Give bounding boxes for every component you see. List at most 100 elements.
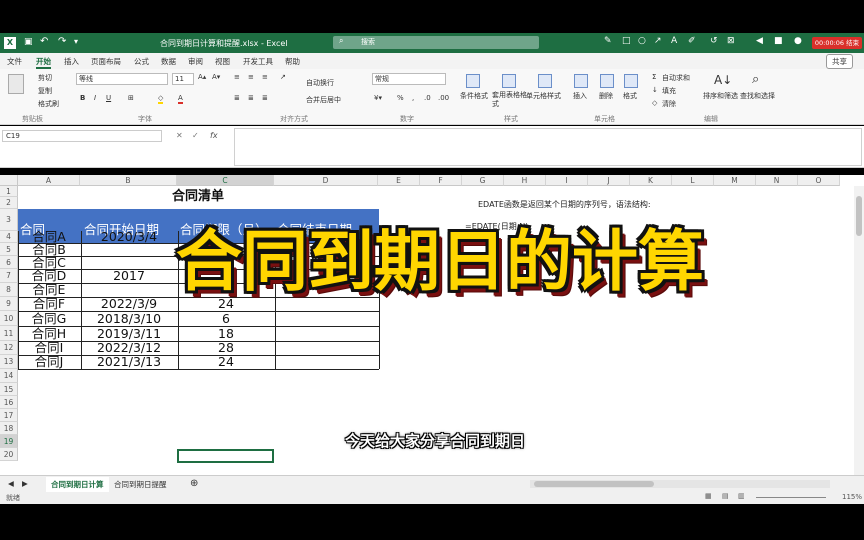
row-header-16[interactable]: 16: [0, 396, 18, 409]
row-header-17[interactable]: 17: [0, 409, 18, 422]
end-date-cell[interactable]: [275, 311, 379, 326]
marker-icon[interactable]: ✐: [688, 36, 696, 46]
align-right-icon[interactable]: ≣: [262, 94, 268, 102]
column-header-b[interactable]: B: [80, 175, 177, 186]
format-painter-button[interactable]: 格式刷: [38, 99, 59, 109]
tab-data[interactable]: 数据: [161, 56, 176, 67]
tab-formulas[interactable]: 公式: [134, 56, 149, 67]
pen-icon[interactable]: ✎: [604, 36, 612, 46]
column-header-c[interactable]: C: [177, 175, 274, 186]
orientation-icon[interactable]: ↗: [280, 73, 286, 81]
row-header-11[interactable]: 11: [0, 326, 18, 341]
row-header-10[interactable]: 10: [0, 311, 18, 326]
increase-font-icon[interactable]: A▴: [198, 73, 206, 81]
number-format-select[interactable]: 常规: [372, 73, 446, 85]
normal-view-icon[interactable]: ▦: [705, 492, 712, 500]
fx-label[interactable]: fx: [210, 131, 218, 140]
circle-icon[interactable]: ○: [638, 36, 646, 46]
add-sheet-icon[interactable]: ⊕: [190, 478, 198, 489]
align-top-icon[interactable]: ≡: [234, 73, 240, 81]
contract-name-cell[interactable]: 合同G: [18, 311, 80, 326]
decimal-increase-icon[interactable]: .0: [424, 94, 431, 102]
decimal-decrease-icon[interactable]: .00: [438, 94, 449, 102]
camera-icon[interactable]: ■: [774, 36, 783, 46]
text-icon[interactable]: A: [671, 36, 677, 46]
font-name-select[interactable]: 等线: [76, 73, 168, 85]
underline-button[interactable]: U: [106, 94, 111, 102]
font-size-select[interactable]: 11: [172, 73, 194, 85]
share-button[interactable]: 共享: [826, 54, 853, 69]
h-scroll-thumb[interactable]: [534, 481, 654, 487]
redo-icon[interactable]: ↷: [58, 36, 66, 47]
row-header-14[interactable]: 14: [0, 369, 18, 383]
next-sheet-icon[interactable]: ▶: [22, 479, 28, 488]
vertical-scrollbar[interactable]: [854, 186, 864, 475]
find-select-button[interactable]: 查找和选择: [740, 91, 775, 101]
sort-filter-button[interactable]: 排序和筛选: [703, 91, 738, 101]
prev-sheet-icon[interactable]: ◀: [8, 479, 14, 488]
column-header-m[interactable]: M: [714, 175, 756, 186]
cell-styles-button[interactable]: 单元格样式: [526, 91, 561, 101]
column-header-l[interactable]: L: [672, 175, 714, 186]
term-cell[interactable]: 28: [178, 341, 274, 355]
row-header-18[interactable]: 18: [0, 422, 18, 435]
cut-button[interactable]: 剪切: [38, 73, 52, 83]
term-cell[interactable]: 18: [178, 326, 274, 341]
currency-icon[interactable]: ¥▾: [374, 94, 382, 102]
merge-center-button[interactable]: 合并后居中: [306, 95, 341, 105]
column-header-j[interactable]: J: [588, 175, 630, 186]
conditional-format-button[interactable]: 条件格式: [460, 91, 488, 101]
row-header-5[interactable]: 5: [0, 243, 18, 256]
font-color-icon[interactable]: A: [178, 94, 183, 104]
paste-icon[interactable]: [8, 74, 24, 94]
formula-input[interactable]: [234, 128, 862, 166]
row-header-19[interactable]: 19: [0, 435, 18, 448]
quick-access-dropdown-icon[interactable]: ▾: [74, 37, 78, 46]
column-header-n[interactable]: N: [756, 175, 798, 186]
contract-name-cell[interactable]: 合同I: [18, 341, 80, 355]
column-header-d[interactable]: D: [274, 175, 378, 186]
column-header-h[interactable]: H: [504, 175, 546, 186]
start-date-cell[interactable]: 2018/3/10: [81, 311, 177, 326]
fill-color-icon[interactable]: ◇: [158, 94, 164, 104]
end-date-cell[interactable]: [275, 355, 379, 369]
horizontal-scrollbar[interactable]: [530, 480, 830, 488]
clear-button[interactable]: 清除: [662, 99, 676, 109]
row-header-9[interactable]: 9: [0, 297, 18, 311]
contract-name-cell[interactable]: 合同J: [18, 355, 80, 369]
tab-help[interactable]: 帮助: [285, 56, 300, 67]
autosum-button[interactable]: 自动求和: [662, 73, 690, 83]
format-cells-button[interactable]: 格式: [623, 91, 637, 101]
copy-button[interactable]: 复制: [38, 86, 52, 96]
enter-icon[interactable]: ✓: [192, 131, 199, 140]
tab-developer[interactable]: 开发工具: [243, 56, 273, 67]
term-cell[interactable]: 24: [178, 355, 274, 369]
tab-page-layout[interactable]: 页面布局: [91, 56, 121, 67]
row-header-1[interactable]: 1: [0, 186, 18, 197]
wrap-text-button[interactable]: 自动换行: [306, 78, 334, 88]
table-format-button[interactable]: 套用表格格式: [492, 91, 528, 109]
start-date-cell[interactable]: 2021/3/13: [81, 355, 177, 369]
rectangle-icon[interactable]: □: [622, 36, 631, 46]
scroll-thumb[interactable]: [856, 196, 862, 236]
insert-cells-button[interactable]: 插入: [573, 91, 587, 101]
row-header-8[interactable]: 8: [0, 283, 18, 297]
percent-icon[interactable]: %: [397, 94, 404, 102]
align-left-icon[interactable]: ≣: [234, 94, 240, 102]
edate-note[interactable]: EDATE函数是返回某个日期的序列号，语法结构:: [478, 199, 651, 210]
arrow-icon[interactable]: ↗: [654, 36, 662, 46]
table-title[interactable]: 合同清单: [18, 188, 378, 206]
row-header-7[interactable]: 7: [0, 269, 18, 283]
column-header-i[interactable]: I: [546, 175, 588, 186]
zoom-slider[interactable]: [756, 497, 826, 498]
column-header-e[interactable]: E: [378, 175, 420, 186]
row-header-6[interactable]: 6: [0, 256, 18, 269]
tab-view[interactable]: 视图: [215, 56, 230, 67]
row-header-3[interactable]: 3: [0, 209, 18, 231]
page-break-icon[interactable]: ▥: [738, 492, 745, 500]
record-stop-button[interactable]: 00:00:06 结束: [812, 37, 862, 49]
column-header-k[interactable]: K: [630, 175, 672, 186]
fill-button[interactable]: 填充: [662, 86, 676, 96]
end-date-cell[interactable]: [275, 326, 379, 341]
end-date-cell[interactable]: [275, 341, 379, 355]
